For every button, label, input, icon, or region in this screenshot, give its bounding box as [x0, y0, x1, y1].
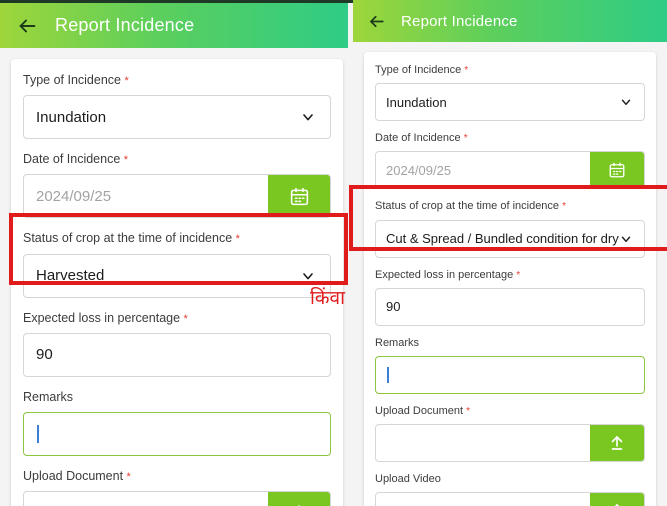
select-value: Inundation — [36, 108, 107, 126]
date-value: 2024/09/25 — [386, 162, 452, 178]
field-label: Expected loss in percentage * — [375, 268, 521, 281]
field-label: Upload Document * — [23, 468, 131, 483]
left-screen-panel: Report Incidence Type of Incidence * Inu… — [0, 0, 353, 506]
required-asterisk: * — [464, 65, 469, 76]
field-label: Date of Incidence * — [375, 132, 468, 145]
left-appbar: Report Incidence — [0, 3, 348, 48]
field-date-of-incidence: Date of Incidence * 2024/09/25 — [23, 152, 331, 219]
field-upload-video: Upload Video Upload Video — [375, 473, 645, 506]
expected-loss-value: 90 — [36, 346, 53, 364]
chevron-down-icon[interactable] — [300, 268, 330, 284]
text-caret — [387, 367, 389, 384]
field-remarks: Remarks — [23, 390, 331, 456]
type-of-incidence-select[interactable]: Inundation — [23, 95, 331, 140]
upload-icon[interactable] — [590, 493, 644, 506]
calendar-icon[interactable] — [590, 152, 644, 189]
required-asterisk: * — [183, 312, 188, 325]
field-remarks: Remarks — [375, 337, 645, 394]
remarks-value — [376, 367, 644, 384]
field-label: Status of crop at the time of incidence … — [375, 200, 567, 213]
right-form-scroll-area[interactable]: Type of Incidence * Inundation Date of I… — [353, 42, 667, 506]
remarks-value — [24, 424, 330, 443]
field-status-of-crop: Status of crop at the time of incidence … — [23, 231, 331, 298]
field-label: Type of Incidence * — [375, 64, 469, 76]
upload-icon[interactable] — [268, 492, 330, 506]
right-appbar: Report Incidence — [353, 0, 667, 42]
upload-document-input[interactable] — [23, 491, 331, 506]
date-of-incidence-input[interactable]: 2024/09/25 — [23, 174, 331, 219]
right-screen-panel: Report Incidence Type of Incidence * Inu… — [353, 0, 667, 506]
field-date-of-incidence: Date of Incidence * 2024/09/25 — [375, 132, 645, 190]
remarks-input[interactable] — [23, 411, 331, 456]
date-value: 2024/09/25 — [36, 187, 112, 205]
field-label: Upload Document * — [375, 404, 471, 417]
upload-icon[interactable] — [590, 425, 644, 462]
required-asterisk: * — [123, 154, 129, 167]
chevron-down-icon[interactable] — [619, 95, 644, 109]
status-of-crop-select[interactable]: Harvested — [23, 253, 331, 298]
required-asterisk: * — [235, 233, 240, 246]
status-of-crop-select[interactable]: Cut & Spread / Bundled condition for dry… — [375, 219, 645, 258]
select-value: Cut & Spread / Bundled condition for dry… — [386, 231, 619, 247]
field-type-of-incidence: Type of Incidence * Inundation — [375, 64, 645, 122]
field-label: Type of Incidence * — [23, 73, 129, 87]
left-form-card: Type of Incidence * Inundation Date of I… — [11, 59, 343, 506]
select-value: Harvested — [36, 267, 105, 285]
annotation-connector-word: किंवा — [310, 287, 345, 309]
chevron-down-icon[interactable] — [300, 109, 330, 125]
field-label: Remarks — [375, 336, 420, 349]
field-upload-document: Upload Document * — [375, 404, 645, 463]
expected-loss-input[interactable]: 90 — [23, 332, 331, 377]
screenshot-root: Report Incidence Type of Incidence * Inu… — [0, 0, 667, 506]
remarks-input[interactable] — [375, 355, 645, 394]
required-asterisk: * — [466, 405, 471, 417]
field-expected-loss: Expected loss in percentage * 90 — [375, 269, 645, 326]
field-label: Date of Incidence * — [23, 152, 129, 167]
type-of-incidence-select[interactable]: Inundation — [375, 83, 645, 122]
field-upload-document: Upload Document * — [23, 469, 331, 506]
window-top-strip — [0, 0, 353, 3]
field-label: Status of crop at the time of incidence … — [23, 231, 240, 246]
select-value: Inundation — [386, 94, 447, 110]
field-type-of-incidence: Type of Incidence * Inundation — [23, 73, 331, 140]
field-label: Expected loss in percentage * — [23, 310, 188, 325]
field-label: Upload Video — [375, 473, 441, 486]
right-form-card: Type of Incidence * Inundation Date of I… — [364, 52, 656, 506]
required-asterisk: * — [463, 133, 468, 145]
field-expected-loss: Expected loss in percentage * 90 — [23, 311, 331, 377]
left-appbar-title: Report Incidence — [55, 15, 195, 35]
left-form-scroll-area[interactable]: Type of Incidence * Inundation Date of I… — [0, 48, 353, 506]
upload-document-input[interactable] — [375, 424, 645, 463]
required-asterisk: * — [516, 269, 521, 281]
arrow-left-icon[interactable] — [12, 11, 42, 41]
text-caret — [37, 424, 39, 443]
required-asterisk: * — [124, 75, 129, 87]
chevron-down-icon[interactable] — [619, 232, 644, 246]
field-status-of-crop: Status of crop at the time of incidence … — [375, 200, 645, 258]
expected-loss-input[interactable]: 90 — [375, 287, 645, 326]
calendar-icon[interactable] — [268, 175, 330, 218]
required-asterisk: * — [562, 201, 567, 213]
expected-loss-value: 90 — [386, 299, 401, 315]
arrow-left-icon[interactable] — [363, 8, 389, 34]
required-asterisk: * — [126, 470, 131, 483]
date-of-incidence-input[interactable]: 2024/09/25 — [375, 151, 645, 190]
upload-video-input[interactable]: Upload Video — [375, 492, 645, 506]
field-label: Remarks — [23, 389, 74, 404]
right-appbar-title: Report Incidence — [401, 12, 518, 30]
